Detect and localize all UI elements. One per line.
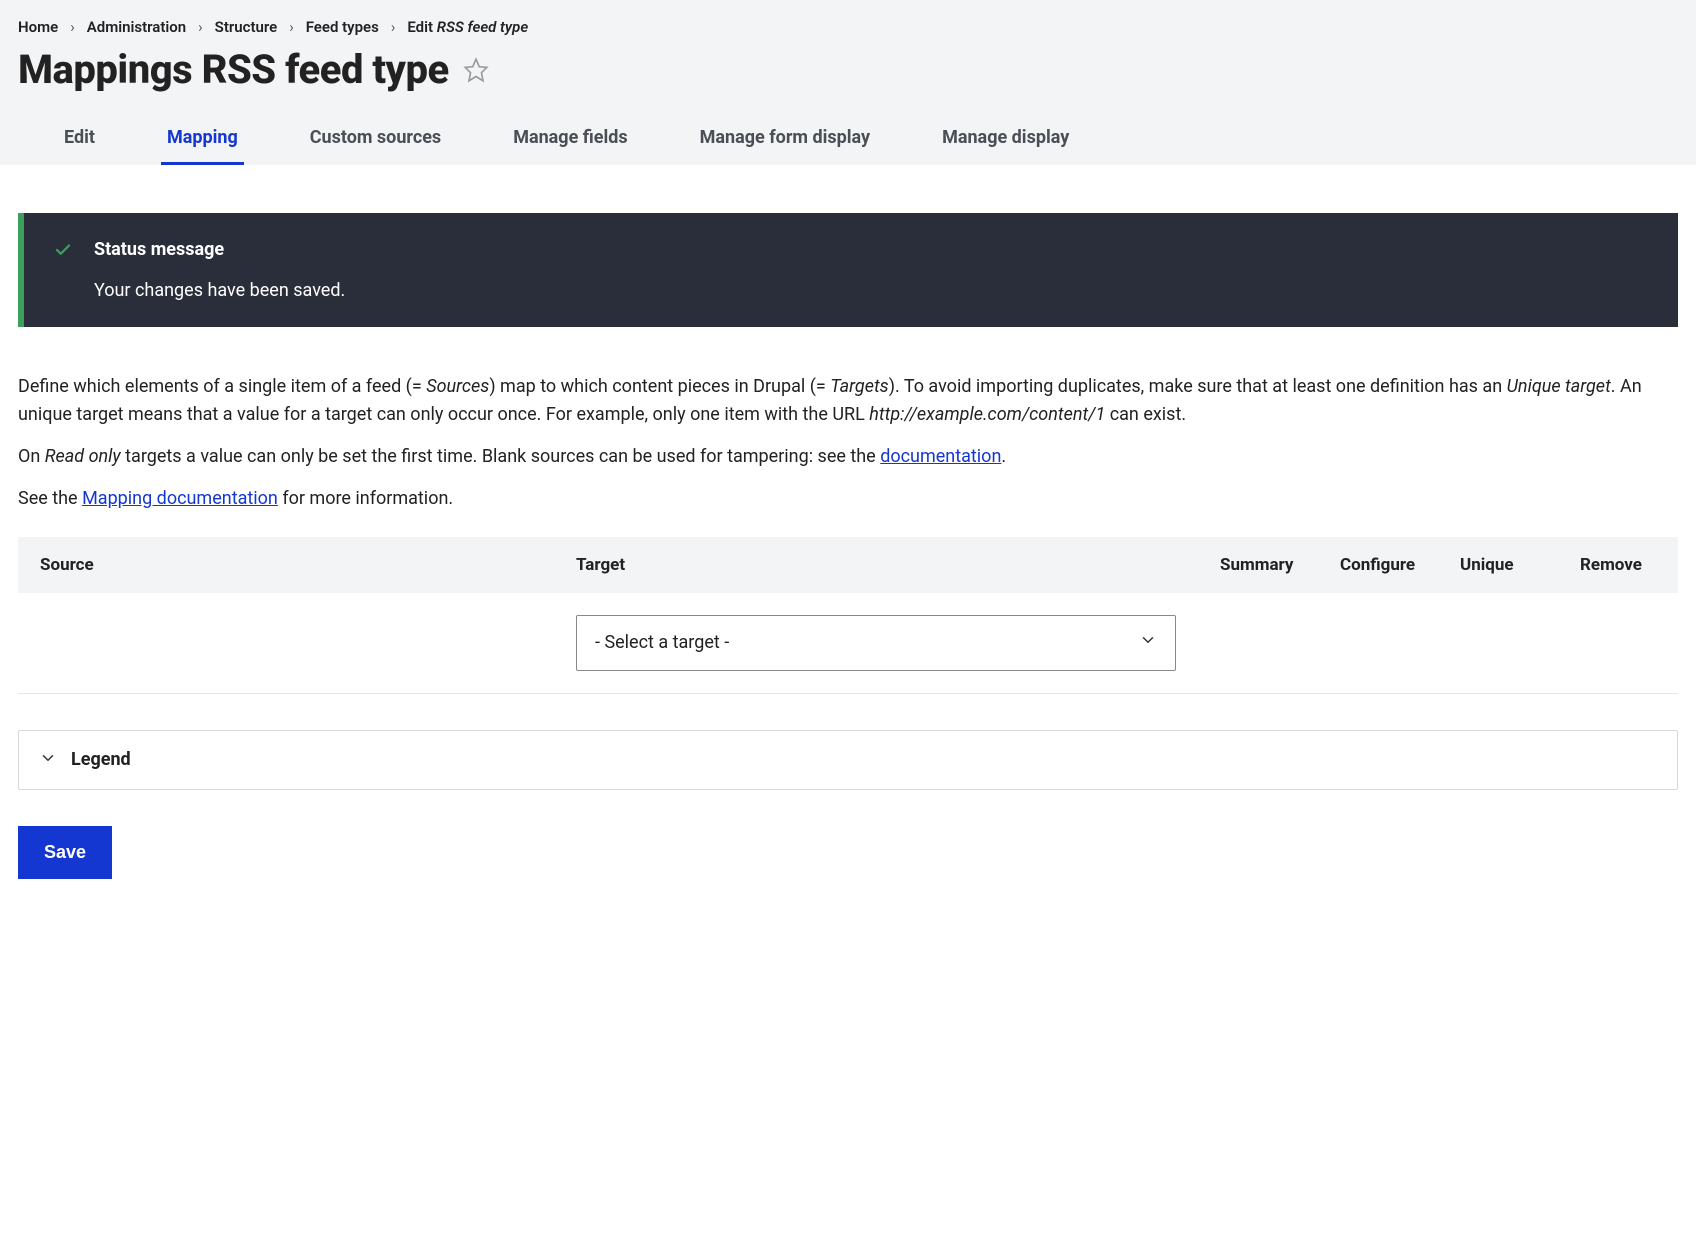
- save-button[interactable]: Save: [18, 826, 112, 879]
- breadcrumb-current-prefix: Edit: [407, 18, 436, 36]
- tab-mapping[interactable]: Mapping: [161, 113, 244, 165]
- mapping-documentation-link[interactable]: Mapping documentation: [82, 488, 278, 509]
- legend-title: Legend: [71, 749, 131, 770]
- tabs: Edit Mapping Custom sources Manage field…: [18, 113, 1678, 165]
- chevron-right-icon: ›: [289, 18, 294, 36]
- breadcrumb-current: Edit RSS feed type: [407, 18, 528, 36]
- tab-manage-fields[interactable]: Manage fields: [507, 113, 633, 165]
- target-select[interactable]: - Select a target -: [576, 615, 1176, 671]
- page-title: Mappings RSS feed type: [18, 46, 449, 93]
- description-paragraph-1: Define which elements of a single item o…: [18, 373, 1678, 429]
- chevron-down-icon: [39, 749, 57, 771]
- column-header-configure: Configure: [1318, 537, 1438, 593]
- star-icon[interactable]: [463, 57, 489, 83]
- table-row: - Select a target -: [18, 593, 1678, 694]
- check-icon: [54, 241, 72, 301]
- status-text: Your changes have been saved.: [94, 280, 345, 301]
- tab-manage-display[interactable]: Manage display: [936, 113, 1075, 165]
- chevron-right-icon: ›: [198, 18, 203, 36]
- tab-manage-form-display[interactable]: Manage form display: [694, 113, 876, 165]
- target-select-value: - Select a target -: [595, 632, 1139, 653]
- chevron-right-icon: ›: [391, 18, 396, 36]
- column-header-remove: Remove: [1558, 537, 1678, 593]
- chevron-down-icon: [1139, 631, 1157, 654]
- legend-panel[interactable]: Legend: [18, 730, 1678, 790]
- column-header-target: Target: [554, 537, 1198, 593]
- description-paragraph-2: On Read only targets a value can only be…: [18, 443, 1678, 471]
- breadcrumb-link-home[interactable]: Home: [18, 18, 58, 36]
- breadcrumb-link-feed-types[interactable]: Feed types: [306, 18, 379, 36]
- documentation-link[interactable]: documentation: [880, 446, 1001, 467]
- breadcrumb-current-italic: RSS feed type: [437, 18, 528, 36]
- column-header-summary: Summary: [1198, 537, 1318, 593]
- column-header-unique: Unique: [1438, 537, 1558, 593]
- status-title: Status message: [94, 239, 345, 260]
- chevron-right-icon: ›: [70, 18, 75, 36]
- column-header-source: Source: [18, 537, 554, 593]
- breadcrumb: Home › Administration › Structure › Feed…: [18, 18, 1678, 36]
- description-paragraph-3: See the Mapping documentation for more i…: [18, 485, 1678, 513]
- status-message: Status message Your changes have been sa…: [18, 213, 1678, 327]
- mapping-table: Source Target Summary Configure Unique R…: [18, 537, 1678, 694]
- breadcrumb-link-structure[interactable]: Structure: [215, 18, 278, 36]
- tab-custom-sources[interactable]: Custom sources: [304, 113, 447, 165]
- tab-edit[interactable]: Edit: [58, 113, 101, 165]
- breadcrumb-link-administration[interactable]: Administration: [87, 18, 186, 36]
